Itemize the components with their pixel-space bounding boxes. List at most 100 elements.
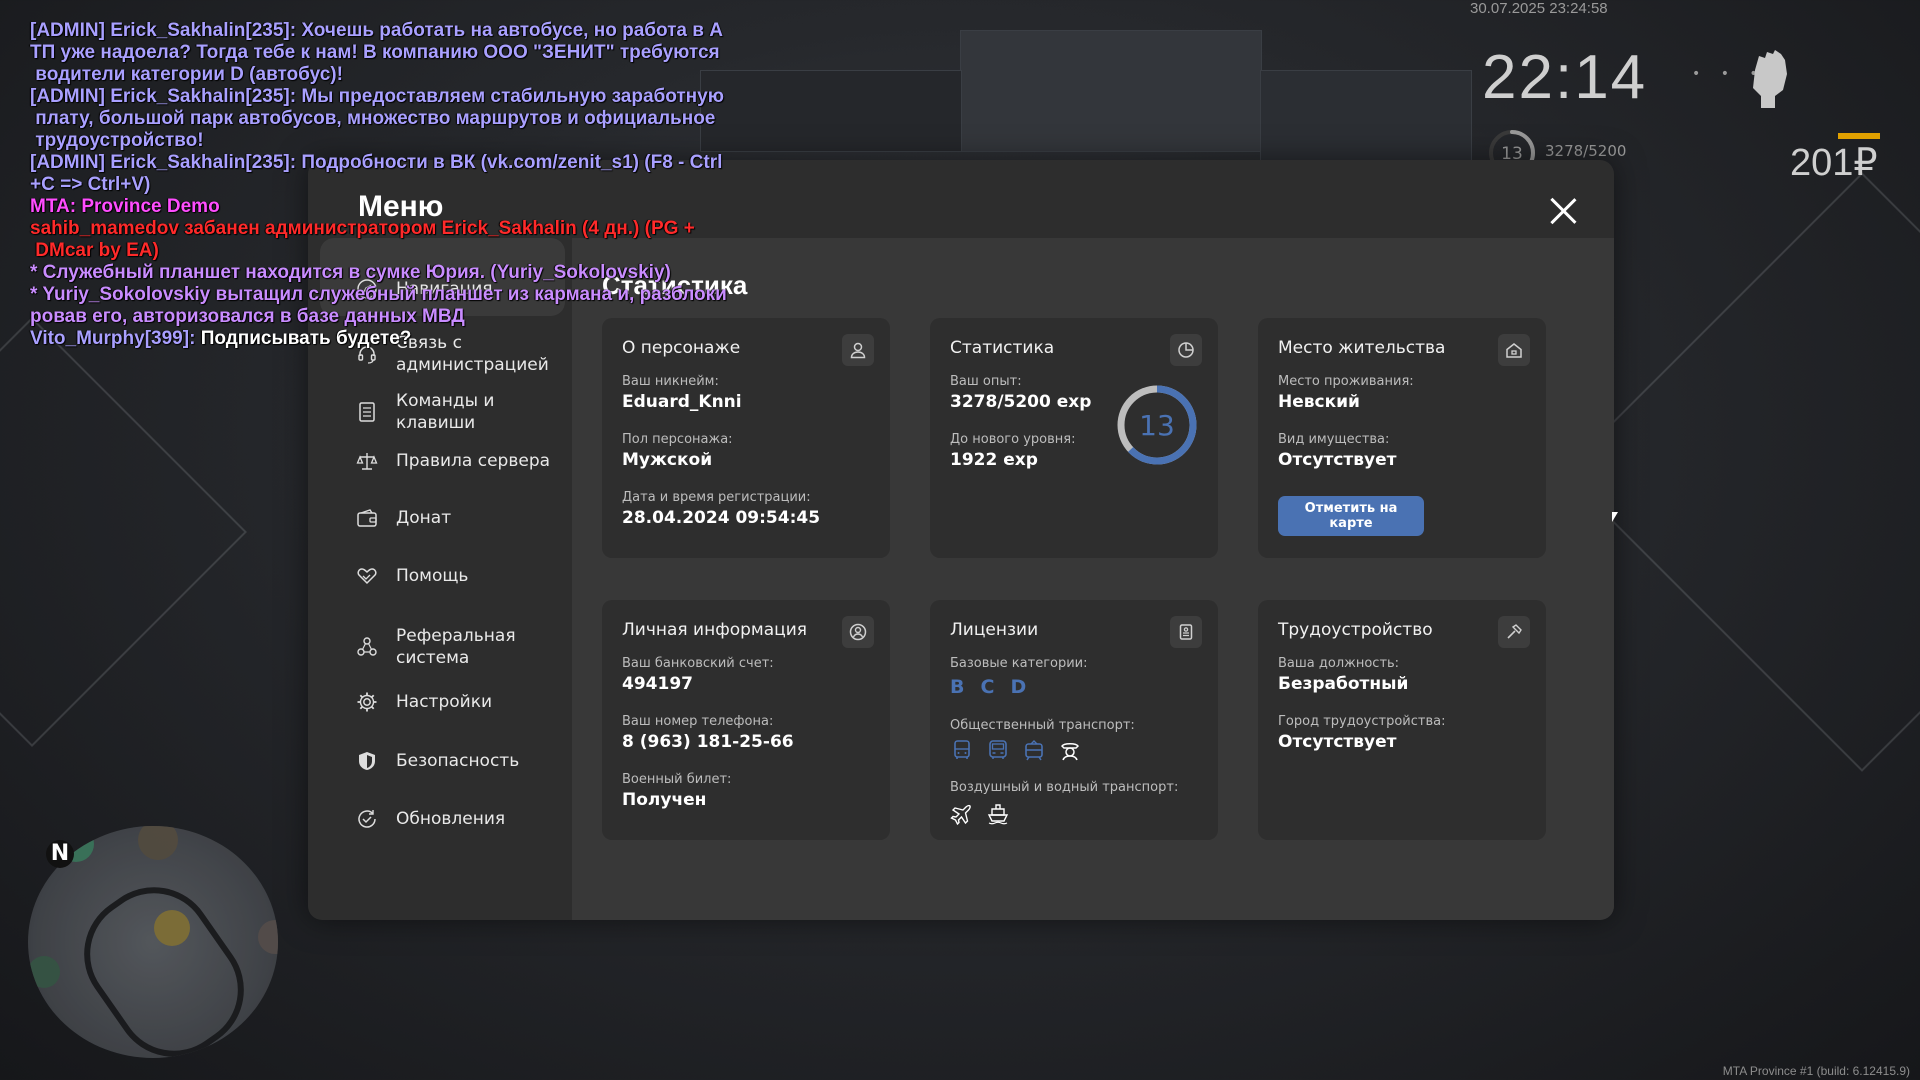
sidebar-item-rules[interactable]: Правила сервера — [356, 450, 566, 472]
user-circle-icon — [842, 616, 874, 648]
sidebar-item-label: Команды и клавиши — [396, 391, 495, 433]
sidebar-item-referral[interactable]: Реферальная система — [356, 625, 566, 669]
next-level-label: До нового уровня: — [950, 432, 1076, 447]
military-value: Получен — [622, 790, 707, 810]
card-statistics: Статистика Ваш опыт: 3278/5200 exp До но… — [930, 318, 1218, 558]
chat-text: Vito_Murphy[399]: — [30, 328, 201, 349]
card-character: О персонаже Ваш никнейм: Eduard_Knni Пол… — [602, 318, 890, 558]
chat-text: водители категории D (автобус)! — [30, 64, 343, 85]
chat-text: плату, большой парк автобусов, множество… — [30, 108, 716, 129]
bus-icon — [954, 740, 970, 759]
chat-text: MTA: Province Demo — [30, 196, 220, 217]
hud-date: 30.07.2025 23:24:58 — [1470, 0, 1608, 17]
chat-line: Vito_Murphy[399]: Подписывать будете? — [30, 328, 750, 350]
north-indicator: N — [46, 840, 74, 868]
chat-text: sahib_mamedov забанен администратором Er… — [30, 218, 695, 239]
fist-icon — [1753, 50, 1787, 108]
sidebar-item-donate[interactable]: Донат — [356, 507, 566, 529]
chat-line: плату, большой парк автобусов, множество… — [30, 108, 750, 130]
minimap-track — [60, 863, 268, 1058]
position-label: Ваша должность: — [1278, 656, 1400, 671]
card-residence: Место жительства Место проживания: Невск… — [1258, 318, 1546, 558]
military-label: Военный билет: — [622, 772, 732, 787]
chat-line: [ADMIN] Erick_Sakhalin[235]: Мы предоста… — [30, 86, 750, 108]
chat-line: +C => Ctrl+V) — [30, 174, 750, 196]
chat-text: [ADMIN] Erick_Sakhalin[235]: Мы предоста… — [30, 86, 724, 107]
card-title: Место жительства — [1278, 338, 1446, 358]
chat-line: [ADMIN] Erick_Sakhalin[235]: Хочешь рабо… — [30, 20, 750, 42]
card-personal-info: Личная информация Ваш банковский счет: 4… — [602, 600, 890, 840]
next-level-value: 1922 exp — [950, 450, 1038, 470]
sidebar-item-updates[interactable]: Обновления — [356, 808, 566, 830]
chat-text: [ADMIN] Erick_Sakhalin[235]: Подробности… — [30, 152, 723, 173]
tram-icon — [1025, 740, 1043, 761]
residence-value: Невский — [1278, 392, 1360, 412]
phone-label: Ваш номер телефона: — [622, 714, 774, 729]
level-number: 13 — [1139, 409, 1175, 442]
id-badge-icon — [1170, 616, 1202, 648]
gender-label: Пол персонажа: — [622, 432, 733, 447]
property-label: Вид имущества: — [1278, 432, 1390, 447]
experience-value: 3278/5200 exp — [950, 392, 1092, 412]
chat-text: * Служебный планшет находится в сумке Юр… — [30, 262, 671, 283]
sidebar-item-security[interactable]: Безопасность — [356, 750, 566, 772]
residence-label: Место проживания: — [1278, 374, 1414, 389]
mark-on-map-button[interactable]: Отметить на карте — [1278, 496, 1424, 536]
chat-text: ТП уже надоела? Тогда тебе к нам! В комп… — [30, 42, 720, 63]
card-title: Лицензии — [950, 620, 1039, 640]
hud-money: 201₽ — [1790, 142, 1878, 184]
chat-log: [ADMIN] Erick_Sakhalin[235]: Хочешь рабо… — [30, 20, 750, 350]
air-water-transport-icons — [950, 802, 1010, 826]
registration-value: 28.04.2024 09:54:45 — [622, 508, 821, 528]
sidebar-item-commands[interactable]: Команды и клавиши — [356, 390, 566, 434]
chat-line: ровав его, авторизовался в базе данных М… — [30, 306, 750, 328]
registration-label: Дата и время регистрации: — [622, 490, 811, 505]
chat-line: ТП уже надоела? Тогда тебе к нам! В комп… — [30, 42, 750, 64]
public-transport-icons — [950, 738, 1082, 762]
sidebar-item-label: Безопасность — [396, 751, 520, 771]
hammer-icon — [1498, 616, 1530, 648]
chat-line: * Служебный планшет находится в сумке Юр… — [30, 262, 750, 284]
sidebar-item-label: Правила сервера — [396, 451, 551, 471]
shield-icon — [359, 752, 375, 770]
job-city-label: Город трудоустройства: — [1278, 714, 1446, 729]
air-water-transport-label: Воздушный и водный транспорт: — [950, 780, 1179, 795]
public-transport-label: Общественный транспорт: — [950, 718, 1135, 733]
phone-value: 8 (963) 181-25-66 — [622, 732, 794, 752]
chat-line: трудоустройство! — [30, 130, 750, 152]
gear-poi-icon — [258, 920, 278, 954]
card-employment: Трудоустройство Ваша должность: Безработ… — [1258, 600, 1546, 840]
handshake-heart-icon — [357, 568, 377, 585]
chat-line: [ADMIN] Erick_Sakhalin[235]: Подробности… — [30, 152, 750, 174]
hq-icon — [138, 826, 178, 860]
close-button[interactable] — [1548, 196, 1578, 226]
refresh-check-icon — [358, 810, 376, 828]
airplane-icon — [950, 804, 971, 826]
job-city-value: Отсутствует — [1278, 732, 1397, 752]
card-title: Трудоустройство — [1278, 620, 1433, 640]
card-licenses: Лицензии Базовые категории: BCD Обществе… — [930, 600, 1218, 840]
wallet-icon — [357, 509, 377, 527]
chat-text: +C => Ctrl+V) — [30, 174, 151, 195]
bank-account-label: Ваш банковский счет: — [622, 656, 774, 671]
chat-line: * Yuriy_Sokolovskiy вытащил служебный пл… — [30, 284, 750, 306]
sidebar-item-help[interactable]: Помощь — [356, 565, 566, 587]
sidebar-item-label: Настройки — [396, 692, 493, 712]
chat-text: Подписывать будете? — [200, 328, 412, 349]
taxi-icon — [154, 910, 190, 946]
hud-exp: 3278/5200 — [1545, 142, 1627, 160]
license-category: B — [950, 676, 969, 698]
people-network-icon — [357, 637, 377, 656]
chat-text: трудоустройство! — [30, 130, 204, 151]
nickname-label: Ваш никнейм: — [622, 374, 719, 389]
experience-label: Ваш опыт: — [950, 374, 1022, 389]
bank-account-value: 494197 — [622, 674, 693, 694]
card-title: Статистика — [950, 338, 1055, 358]
chat-line: sahib_mamedov забанен администратором Er… — [30, 218, 750, 240]
sidebar-item-label: Реферальная система — [396, 626, 516, 668]
bus-front-icon — [989, 740, 1007, 759]
sidebar-item-settings[interactable]: Настройки — [356, 691, 566, 713]
taxi-driver-icon — [1061, 743, 1079, 761]
document-icon — [359, 402, 375, 422]
pie-chart-icon — [1170, 334, 1202, 366]
